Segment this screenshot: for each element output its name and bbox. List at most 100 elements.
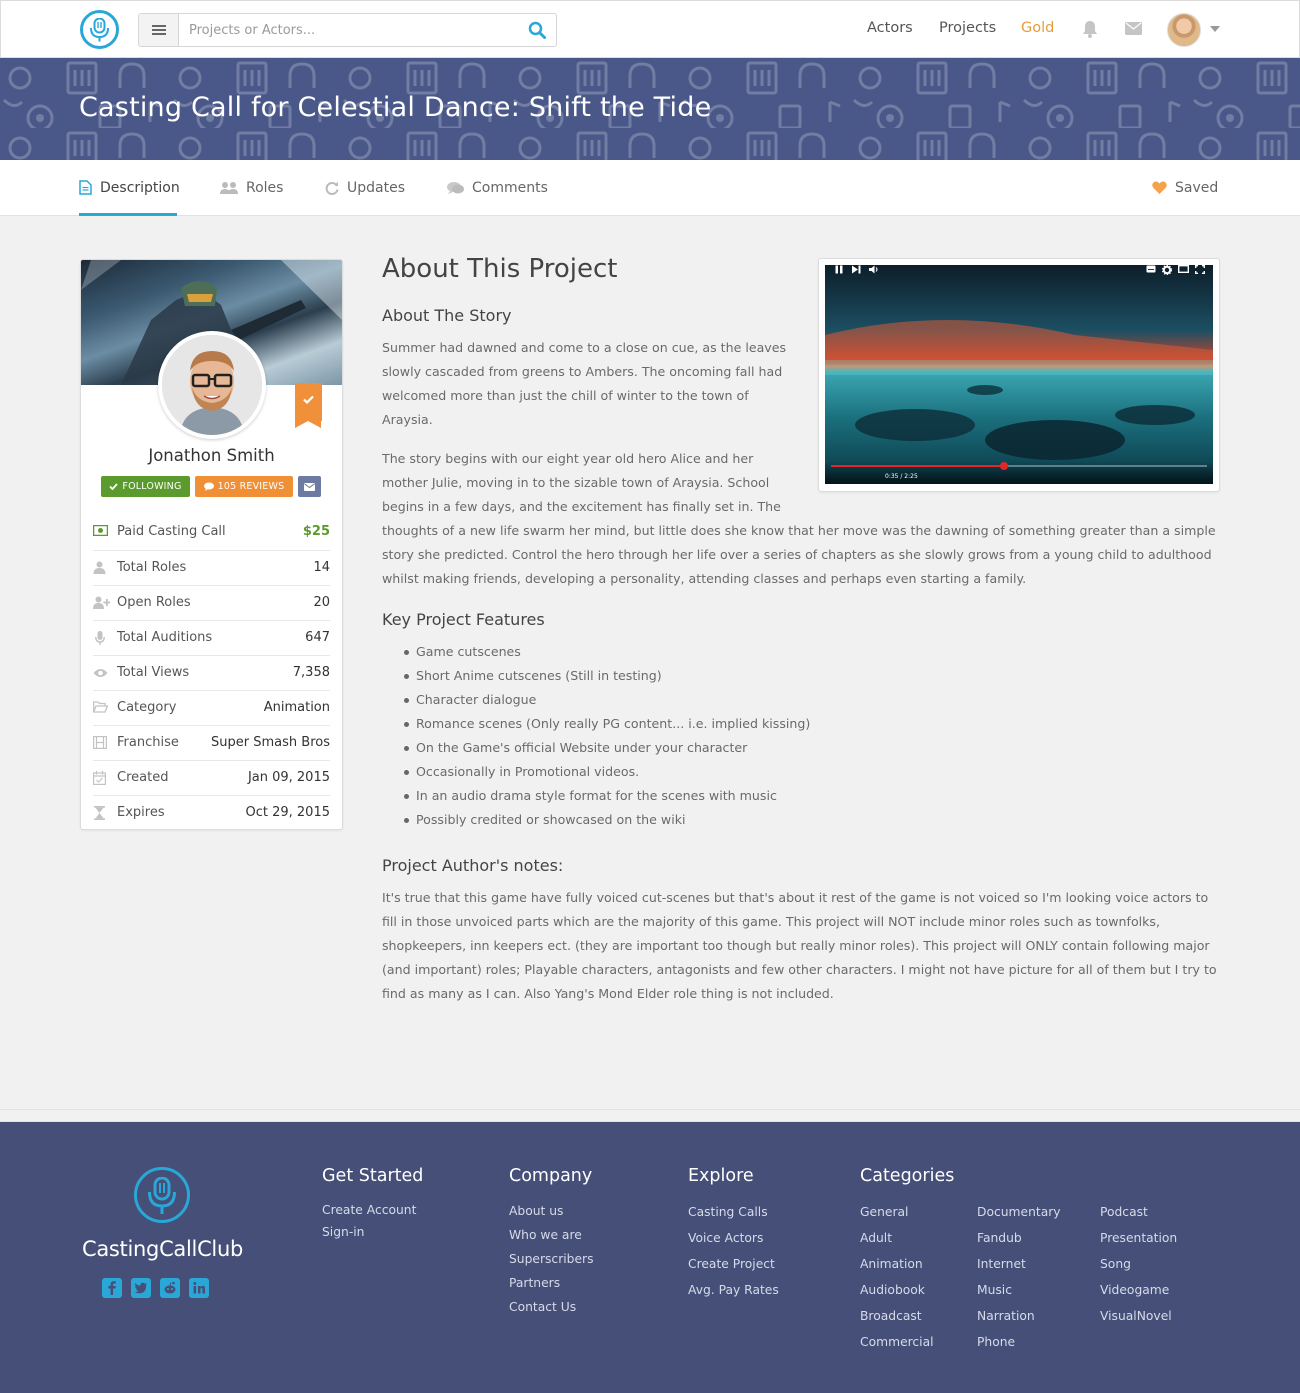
footer-links-explore: Casting Calls Voice Actors Create Projec… <box>688 1199 779 1303</box>
search-icon[interactable] <box>528 21 546 39</box>
story-paragraph-1: Summer had dawned and come to a close on… <box>382 340 787 427</box>
check-icon <box>109 483 119 490</box>
list-item: On the Game's official Website under you… <box>402 736 810 760</box>
logo-icon[interactable] <box>80 10 119 49</box>
comments-icon <box>447 181 464 194</box>
message-button[interactable] <box>298 476 321 497</box>
pause-icon[interactable] <box>835 265 843 274</box>
reddit-icon[interactable] <box>160 1278 180 1298</box>
bell-icon[interactable] <box>1082 20 1098 38</box>
file-icon <box>79 180 92 195</box>
author-name: Jonathon Smith <box>148 446 275 465</box>
project-stats: Paid Casting Call $25 Total Roles 14 Ope… <box>81 515 342 829</box>
footer-links-categories-1: General Adult Animation Audiobook Broadc… <box>860 1199 934 1355</box>
user-avatar[interactable] <box>1167 13 1201 47</box>
money-icon <box>93 525 108 536</box>
footer-link[interactable]: Adult <box>860 1225 934 1251</box>
nav-link-gold[interactable]: Gold <box>1021 20 1054 36</box>
following-button[interactable]: FOLLOWING <box>101 476 190 497</box>
user-plus-icon <box>93 596 110 609</box>
footer-link[interactable]: Internet <box>977 1251 1061 1277</box>
footer-link[interactable]: Partners <box>509 1271 594 1295</box>
footer-link[interactable]: Create Account <box>322 1199 416 1221</box>
footer-link[interactable]: Sign-in <box>322 1221 416 1243</box>
search-input[interactable] <box>181 14 511 46</box>
tab-updates[interactable]: Updates <box>325 160 405 215</box>
footer-divider <box>0 1109 1300 1110</box>
footer-link[interactable]: Voice Actors <box>688 1225 779 1251</box>
footer-link[interactable]: Animation <box>860 1251 934 1277</box>
footer-link[interactable]: Who we are <box>509 1223 594 1247</box>
tab-description[interactable]: Description <box>79 160 180 216</box>
saved-button[interactable]: Saved <box>1152 160 1218 215</box>
footer-link[interactable]: Avg. Pay Rates <box>688 1277 779 1303</box>
tab-comments[interactable]: Comments <box>447 160 548 215</box>
list-item: Game cutscenes <box>402 640 810 664</box>
reviews-button[interactable]: 105 REVIEWS <box>195 476 293 497</box>
chevron-down-icon[interactable] <box>1210 26 1220 32</box>
comment-icon <box>203 482 214 491</box>
footer-link[interactable]: Narration <box>977 1303 1061 1329</box>
footer-brand: CastingCallClub <box>81 1237 244 1261</box>
facebook-icon[interactable] <box>102 1278 122 1298</box>
tab-roles[interactable]: Roles <box>220 160 283 215</box>
saved-label: Saved <box>1175 179 1219 196</box>
user-icon <box>93 561 106 574</box>
twitter-icon[interactable] <box>131 1278 151 1298</box>
nav-link-projects[interactable]: Projects <box>939 20 996 36</box>
footer-link[interactable]: Casting Calls <box>688 1199 779 1225</box>
top-navbar: Actors Projects Gold <box>0 0 1300 58</box>
footer-link[interactable]: Commercial <box>860 1329 934 1355</box>
volume-icon[interactable] <box>869 265 879 274</box>
list-item: Possibly credited or showcased on the wi… <box>402 808 810 832</box>
nav-link-actors[interactable]: Actors <box>867 20 913 36</box>
stat-row: Expires Oct 29, 2015 <box>93 795 330 829</box>
footer-link[interactable]: VisualNovel <box>1100 1303 1177 1329</box>
page-title: Casting Call for Celestial Dance: Shift … <box>79 92 712 123</box>
theater-mode-icon[interactable] <box>1178 265 1189 273</box>
list-item: Romance scenes (Only really PG content..… <box>402 712 810 736</box>
menu-icon <box>152 25 166 27</box>
project-banner: Casting Call for Celestial Dance: Shift … <box>0 58 1300 160</box>
footer-link[interactable]: Create Project <box>688 1251 779 1277</box>
footer-link[interactable]: Podcast <box>1100 1199 1177 1225</box>
footer-link[interactable]: About us <box>509 1199 594 1223</box>
footer-link[interactable]: Song <box>1100 1251 1177 1277</box>
features-list: Game cutscenes Short Anime cutscenes (St… <box>402 640 810 832</box>
tab-label: Updates <box>347 179 405 196</box>
tab-label: Comments <box>472 179 548 196</box>
stat-row: Total Views 7,358 <box>93 655 330 690</box>
author-photo <box>162 335 262 435</box>
footer-link[interactable]: Audiobook <box>860 1277 934 1303</box>
linkedin-icon[interactable] <box>189 1278 209 1298</box>
notes-heading: Project Author's notes: <box>382 856 564 875</box>
captions-icon[interactable] <box>1146 265 1156 273</box>
microphone-icon <box>95 631 105 645</box>
stat-row: Category Animation <box>93 690 330 725</box>
fullscreen-icon[interactable] <box>1195 265 1205 274</box>
footer-link[interactable]: Documentary <box>977 1199 1061 1225</box>
footer-link[interactable]: Music <box>977 1277 1061 1303</box>
features-heading: Key Project Features <box>382 610 545 629</box>
settings-icon[interactable] <box>1162 265 1172 275</box>
author-notes: It's true that this game have fully voic… <box>382 890 1217 1001</box>
author-avatar[interactable] <box>158 331 266 439</box>
footer-link[interactable]: Presentation <box>1100 1225 1177 1251</box>
stat-row: Created Jan 09, 2015 <box>93 760 330 795</box>
footer-link[interactable]: Fandub <box>977 1225 1061 1251</box>
footer-link[interactable]: Broadcast <box>860 1303 934 1329</box>
footer-link[interactable]: Contact Us <box>509 1295 594 1319</box>
envelope-icon[interactable] <box>1125 22 1142 35</box>
footer-heading: Categories <box>860 1166 955 1186</box>
list-item: Short Anime cutscenes (Still in testing) <box>402 664 810 688</box>
heart-icon <box>1152 181 1167 194</box>
next-icon[interactable] <box>852 265 861 274</box>
menu-button[interactable] <box>139 14 179 46</box>
stat-row: Franchise Super Smash Bros <box>93 725 330 760</box>
footer-link[interactable]: Superscribers <box>509 1247 594 1271</box>
footer-logo-icon[interactable] <box>134 1167 190 1223</box>
footer-link[interactable]: Phone <box>977 1329 1061 1355</box>
footer-link[interactable]: Videogame <box>1100 1277 1177 1303</box>
footer-link[interactable]: General <box>860 1199 934 1225</box>
story-paragraph-2: The story begins with our eight year old… <box>382 451 1216 586</box>
